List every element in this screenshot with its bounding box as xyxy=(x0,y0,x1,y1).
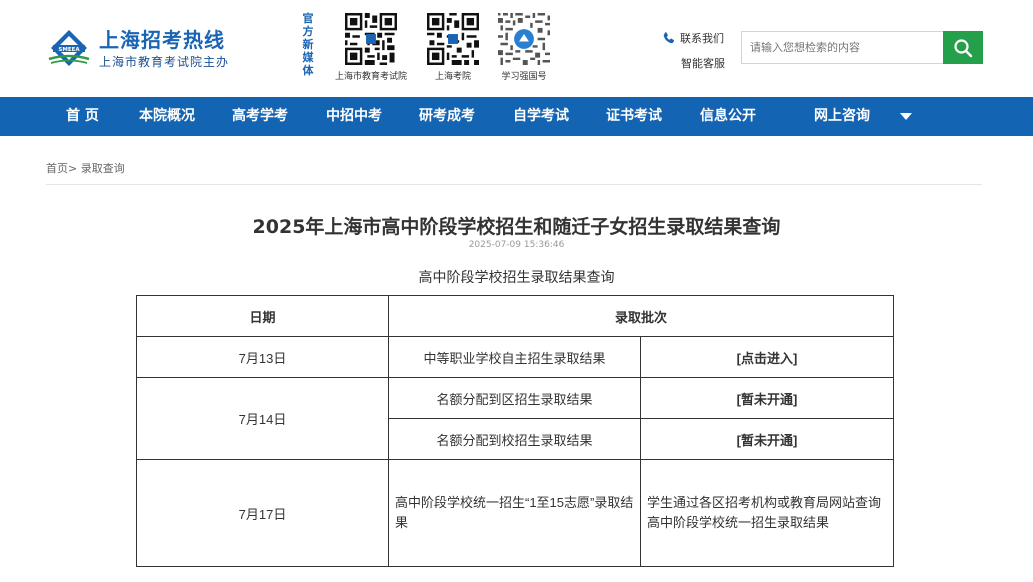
qr-caption: 上海考院 xyxy=(434,72,471,82)
row-date: 7月17日 xyxy=(136,459,389,567)
nav-item-home[interactable]: 首 页 xyxy=(66,97,99,136)
row-batch: 中等职业学校自主招生录取结果 xyxy=(388,336,641,378)
smart-service-link[interactable]: 智能客服 xyxy=(681,55,725,71)
smeea-emblem-icon: SMEEA xyxy=(48,30,90,66)
table-header-row: 日期 录取批次 xyxy=(136,295,895,337)
official-media-label: 官 方 新 媒 体 xyxy=(299,12,317,77)
media-label-char: 新 xyxy=(302,38,314,51)
qr-code-icon[interactable] xyxy=(498,13,550,65)
qr-code-icon[interactable] xyxy=(345,13,397,65)
contact-us-label: 联系我们 xyxy=(680,32,724,45)
nav-item-zhongkao[interactable]: 中招中考 xyxy=(326,97,382,136)
nav-item-consult[interactable]: 网上咨询 xyxy=(814,97,870,136)
article-date: 2025-07-09 15:36:46 xyxy=(468,240,565,250)
row-date: 7月14日 xyxy=(136,377,389,460)
table-row: 7月17日 高中阶段学校统一招生“1至15志愿”录取结果 学生通过各区招考机构或… xyxy=(136,459,895,567)
nav-item-about[interactable]: 本院概况 xyxy=(139,97,195,136)
nav-item-certificate[interactable]: 证书考试 xyxy=(606,97,662,136)
qr-caption: 学习强国号 xyxy=(501,72,547,82)
row-batch: 名额分配到区招生录取结果 xyxy=(388,377,641,419)
results-table: 日期 录取批次 7月13日 中等职业学校自主招生录取结果 [点击进入] 7月14… xyxy=(136,295,895,567)
media-label-char: 体 xyxy=(302,64,314,77)
row-batch: 高中阶段学校统一招生“1至15志愿”录取结果 xyxy=(388,459,641,567)
qr-code-icon[interactable] xyxy=(427,13,479,65)
phone-icon xyxy=(663,32,675,44)
media-label-char: 官 xyxy=(302,12,314,25)
breadcrumb-current: 录取查询 xyxy=(80,162,125,175)
contact-us-link[interactable]: 联系我们 xyxy=(662,30,724,46)
site-header: SMEEA 上海招考热线 上海市教育考试院主办 官 方 新 媒 体 上海市教育考… xyxy=(0,0,1033,97)
breadcrumb-separator: > xyxy=(68,162,78,175)
caret-down-icon[interactable] xyxy=(900,113,912,120)
search-button[interactable] xyxy=(943,31,983,64)
row-action: [点击进入] xyxy=(639,336,895,378)
search-input[interactable] xyxy=(741,31,944,64)
qr-caption: 上海市教育考试院 xyxy=(334,72,407,82)
emblem-text: SMEEA xyxy=(58,47,80,53)
table-caption: 高中阶段学校招生录取结果查询 xyxy=(418,270,615,286)
main-nav: 首 页 本院概况 高考学考 中招中考 研考成考 自学考试 证书考试 信息公开 网… xyxy=(0,97,1033,136)
table-row: 7月14日 名额分配到区招生录取结果 [暂未开通] xyxy=(136,377,895,460)
nav-item-gaokao[interactable]: 高考学考 xyxy=(232,97,288,136)
divider xyxy=(46,184,982,185)
site-title: 上海招考热线 xyxy=(99,28,225,52)
column-header-batch: 录取批次 xyxy=(387,295,895,337)
row-action: 学生通过各区招考机构或教育局网站查询高中阶段学校统一招生录取结果 xyxy=(639,459,895,567)
site-subtitle: 上海市教育考试院主办 xyxy=(99,55,230,69)
media-label-char: 媒 xyxy=(302,51,314,64)
nav-item-disclosure[interactable]: 信息公开 xyxy=(700,97,756,136)
row-date: 7月13日 xyxy=(136,336,389,378)
search-icon xyxy=(954,38,973,57)
site-logo[interactable]: SMEEA 上海招考热线 上海市教育考试院主办 xyxy=(47,24,247,76)
row-action: [暂未开通] xyxy=(639,377,895,419)
nav-item-graduate-adult[interactable]: 研考成考 xyxy=(419,97,475,136)
media-label-char: 方 xyxy=(302,25,314,38)
enter-link[interactable]: [点击进入] xyxy=(737,351,798,366)
row-action: [暂未开通] xyxy=(639,418,895,460)
breadcrumb-home[interactable]: 首页 xyxy=(46,162,68,175)
row-batch: 名额分配到校招生录取结果 xyxy=(388,418,641,460)
nav-item-self-study[interactable]: 自学考试 xyxy=(513,97,569,136)
breadcrumb: 首页> 录取查询 xyxy=(46,160,125,176)
column-header-date: 日期 xyxy=(136,295,389,337)
article-title: 2025年上海市高中阶段学校招生和随迁子女招生录取结果查询 xyxy=(252,216,781,238)
table-row: 7月13日 中等职业学校自主招生录取结果 [点击进入] xyxy=(136,336,895,378)
